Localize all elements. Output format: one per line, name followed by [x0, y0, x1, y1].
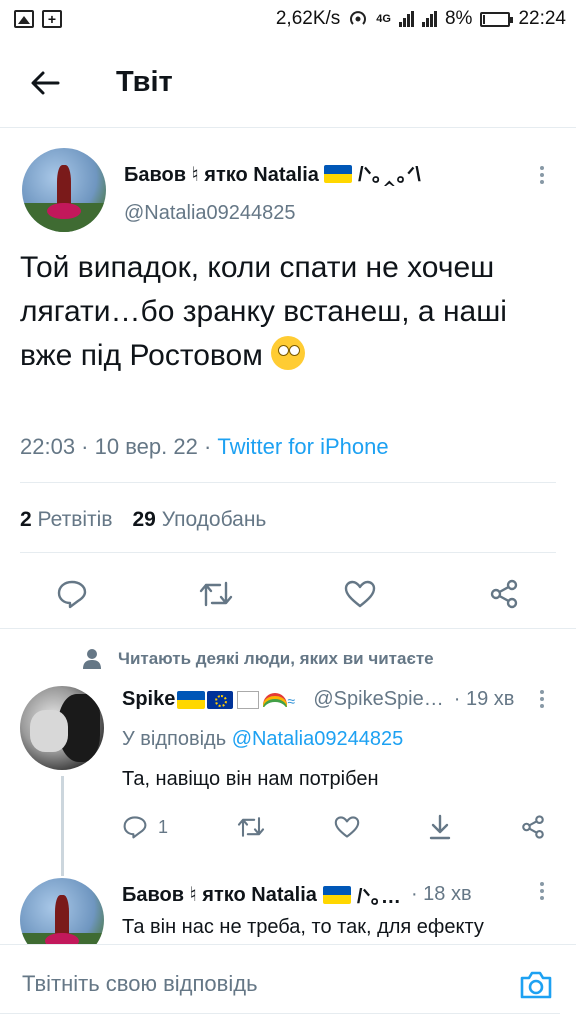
- social-context-text: Читають деякі люди, яких ви читаєте: [118, 649, 434, 668]
- share-icon: [490, 579, 518, 609]
- network-type: 4G: [376, 13, 391, 25]
- back-button[interactable]: [0, 38, 90, 128]
- reply-like-button[interactable]: [333, 812, 361, 842]
- reply-count: 1: [158, 816, 169, 837]
- gallery-notification-icon: [14, 10, 34, 28]
- person-icon: [83, 649, 101, 669]
- retweets-label: Ретвітів: [37, 508, 113, 531]
- share-button[interactable]: [486, 576, 522, 612]
- reply-icon: [57, 580, 87, 609]
- battery-fill: [483, 14, 486, 24]
- retweet-icon: [237, 817, 264, 837]
- likes-count: 29: [132, 508, 156, 531]
- rainbow-icon: [263, 692, 288, 707]
- reply-actions: 1: [122, 812, 546, 842]
- reply-author-name[interactable]: Бавов ♮ ятко Natalia: [122, 882, 317, 907]
- divider: [0, 628, 576, 629]
- reply-time: · 19 хв: [453, 688, 515, 710]
- reply-download-button[interactable]: [428, 812, 452, 842]
- tweet-source-link[interactable]: Twitter for iPhone: [217, 434, 388, 459]
- page-title: Твіт: [116, 66, 173, 98]
- author-avatar[interactable]: [22, 148, 106, 232]
- share-icon: [522, 815, 544, 839]
- ukraine-flag-icon: [177, 691, 205, 709]
- reply-text: Та він нас не треба, то так, для ефекту: [122, 916, 484, 938]
- reply-author-handle[interactable]: @SpikeSpie…: [313, 688, 443, 711]
- reply-icon: [123, 816, 147, 839]
- tweet-time: 22:03: [20, 434, 76, 459]
- retweet-button[interactable]: [198, 576, 234, 612]
- download-icon: [430, 814, 451, 840]
- wave-icon: ≈: [287, 692, 296, 709]
- likes-stat[interactable]: 29 Уподобань: [132, 508, 266, 532]
- reply-compose-bar[interactable]: Твітніть свою відповідь: [0, 944, 576, 1024]
- top-bar: Твіт: [0, 38, 576, 128]
- divider: [20, 552, 556, 553]
- battery-icon: [480, 11, 514, 27]
- hotspot-icon: [350, 11, 367, 25]
- ukraine-flag-icon: [324, 165, 352, 183]
- reply-share-button[interactable]: [520, 812, 546, 842]
- add-notification-icon: +: [42, 10, 62, 28]
- reply-header: Spike ≈ @SpikeSpie… · 19 хв: [122, 688, 514, 711]
- ukraine-flag-icon: [323, 886, 351, 904]
- battery-percent: 8%: [444, 8, 473, 29]
- mention-link[interactable]: @Natalia09244825: [232, 728, 404, 750]
- tweet-text-content: Той випадок, коли спати не хочеш лягати……: [20, 251, 507, 372]
- in-reply-to: У відповідь @Natalia09244825: [122, 728, 403, 751]
- reply-author-name[interactable]: Spike: [122, 688, 175, 711]
- thread-line: [61, 776, 64, 876]
- status-bar: + 2,62K/s 4G 8% 22:24: [0, 0, 576, 38]
- network-speed: 2,62K/s: [275, 8, 341, 29]
- tweet-actions: [20, 576, 556, 612]
- author-name-text: Бавов ♮ ятко Natalia: [124, 164, 319, 186]
- clock: 22:24: [518, 8, 566, 29]
- reply-more-options-icon[interactable]: [530, 876, 554, 906]
- camera-button[interactable]: [518, 967, 554, 1003]
- signal-icon: [398, 11, 414, 27]
- heart-icon: [344, 580, 376, 608]
- reply-more-options-icon[interactable]: [530, 684, 554, 714]
- tweet-date: 10 вер. 22: [94, 434, 198, 459]
- more-options-icon[interactable]: [530, 160, 554, 190]
- reply-time: · 18 хв: [410, 883, 472, 905]
- reply-author-name-suffix: /ᐠ｡…: [356, 886, 401, 908]
- reply-avatar[interactable]: [20, 686, 104, 770]
- tweet-meta: 22:03 · 10 вер. 22 · Twitter for iPhone: [20, 434, 389, 459]
- white-flag-icon: [237, 690, 260, 709]
- compose-underline: [0, 1013, 560, 1014]
- signal-2-icon: [421, 11, 437, 27]
- reply-reply-button[interactable]: 1: [122, 812, 168, 842]
- reply-input[interactable]: Твітніть свою відповідь: [22, 971, 258, 997]
- author-name-suffix: /ᐠ｡‸｡ᐟ\: [358, 164, 421, 186]
- reply-header: Бавов ♮ ятко Natalia /ᐠ｡… · 18 хв: [122, 880, 472, 909]
- like-button[interactable]: [342, 576, 378, 612]
- divider: [20, 482, 556, 483]
- tweet-stats: 2 Ретвітів 29 Уподобань: [20, 508, 266, 532]
- tweet-text: Той випадок, коли спати не хочеш лягати……: [20, 246, 550, 378]
- eu-flag-icon: [207, 690, 234, 709]
- likes-label: Уподобань: [161, 508, 267, 531]
- retweets-count: 2: [20, 508, 32, 531]
- reply-button[interactable]: [54, 576, 90, 612]
- rolling-eyes-emoji-icon: [271, 336, 306, 370]
- retweet-icon: [199, 581, 233, 607]
- social-context: Читають деякі люди, яких ви читаєте: [82, 648, 434, 670]
- camera-icon: [520, 971, 552, 999]
- arrow-left-icon: [31, 71, 60, 94]
- reply-retweet-button[interactable]: [236, 812, 266, 842]
- author-name[interactable]: Бавов ♮ ятко Natalia /ᐠ｡‸｡ᐟ\: [124, 158, 421, 187]
- reply-text: Та, навіщо він нам потрібен: [122, 768, 379, 790]
- author-handle[interactable]: @Natalia09244825: [124, 202, 296, 225]
- heart-icon: [334, 816, 360, 838]
- in-reply-prefix: У відповідь: [122, 728, 227, 750]
- retweets-stat[interactable]: 2 Ретвітів: [20, 508, 112, 532]
